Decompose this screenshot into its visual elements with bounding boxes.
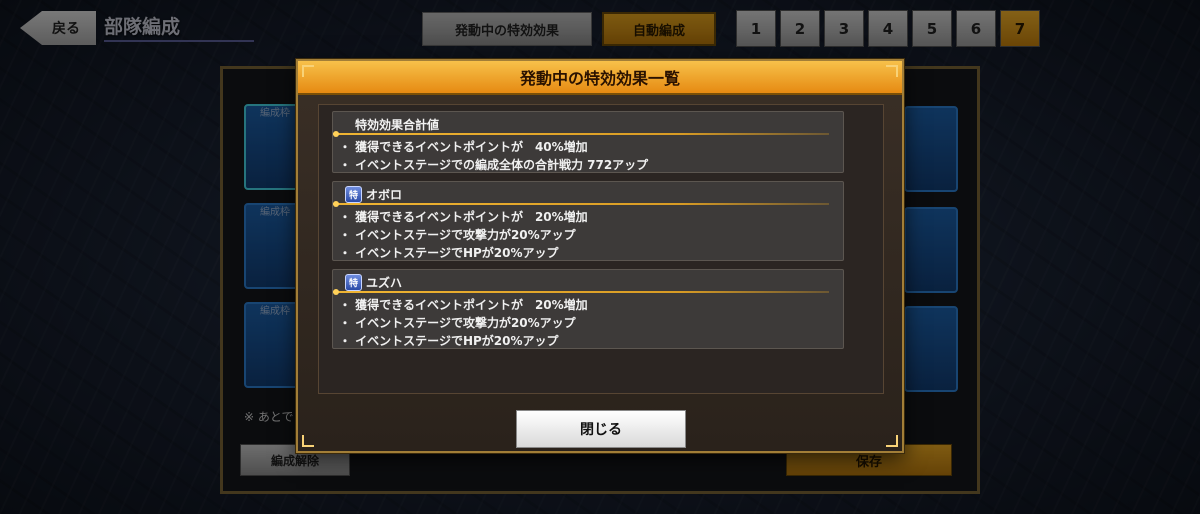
effect-card-character: 特 オボロ ・ 獲得できるイベントポイントが 20%増加 ・ イベントステージで… — [332, 181, 844, 261]
effect-card-character: 特 ユズハ ・ 獲得できるイベントポイントが 20%増加 ・ イベントステージで… — [332, 269, 844, 349]
effect-row: ・ イベントステージでHPが20%アップ — [339, 246, 559, 260]
modal-title: 発動中の特効効果一覧 — [519, 69, 680, 88]
card-divider — [333, 131, 829, 137]
effect-card-total: 特効効果合計値 ・ 獲得できるイベントポイントが 40%増加 ・ イベントステー… — [332, 111, 844, 173]
effect-row: ・ イベントステージで攻撃力が20%アップ — [339, 228, 576, 242]
corner-ornament — [886, 65, 898, 77]
tokkou-badge-icon: 特 — [345, 274, 362, 291]
card-title-label: ユズハ — [366, 276, 403, 290]
card-divider — [333, 201, 829, 207]
effect-row: ・ 獲得できるイベントポイントが 20%増加 — [339, 298, 588, 312]
card-title: 特 オボロ — [345, 186, 402, 203]
active-effects-modal: 発動中の特効効果一覧 特効効果合計値 ・ 獲得できるイベントポイントが 40%増… — [296, 59, 904, 453]
corner-ornament — [886, 435, 898, 447]
corner-ornament — [302, 435, 314, 447]
effect-row: ・ 獲得できるイベントポイントが 40%増加 — [339, 140, 588, 154]
modal-header: 発動中の特効効果一覧 — [298, 61, 902, 95]
card-title-label: オボロ — [366, 188, 403, 202]
effect-row: ・ 獲得できるイベントポイントが 20%増加 — [339, 210, 588, 224]
effect-row: ・ イベントステージでHPが20%アップ — [339, 334, 559, 348]
effects-list[interactable]: 特効効果合計値 ・ 獲得できるイベントポイントが 40%増加 ・ イベントステー… — [318, 104, 884, 394]
effect-row: ・ イベントステージでの編成全体の合計戦力 772アップ — [339, 158, 649, 172]
close-button-label: 閉じる — [580, 422, 622, 438]
card-divider — [333, 289, 829, 295]
card-title: 特効効果合計値 — [355, 116, 439, 133]
effect-row: ・ イベントステージで攻撃力が20%アップ — [339, 316, 576, 330]
close-button[interactable]: 閉じる — [516, 410, 686, 448]
corner-ornament — [302, 65, 314, 77]
card-title: 特 ユズハ — [345, 274, 402, 291]
tokkou-badge-icon: 特 — [345, 186, 362, 203]
card-title-label: 特効効果合計値 — [355, 118, 440, 132]
